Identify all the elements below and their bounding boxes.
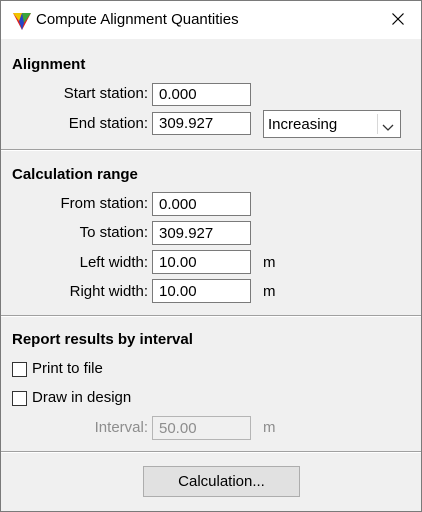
combo-divider <box>377 114 378 134</box>
start-station-label: Start station: <box>63 85 148 102</box>
start-station-input[interactable] <box>152 83 251 106</box>
calculation-button-label: Calculation... <box>178 473 265 490</box>
close-icon <box>392 12 404 28</box>
window-title: Compute Alignment Quantities <box>36 11 239 28</box>
left-width-unit: m <box>263 254 276 271</box>
section-divider <box>1 149 421 151</box>
triangle-app-icon <box>12 11 32 31</box>
to-station-label: To station: <box>79 224 148 241</box>
interval-unit: m <box>263 419 276 436</box>
from-station-label: From station: <box>60 195 148 212</box>
end-station-label: End station: <box>68 115 148 132</box>
direction-select-value: Increasing <box>268 116 338 133</box>
draw-in-design-label[interactable]: Draw in design <box>32 389 131 406</box>
draw-in-design-checkbox[interactable] <box>12 391 27 406</box>
calculation-button[interactable]: Calculation... <box>143 466 300 497</box>
end-station-input[interactable] <box>152 112 251 135</box>
close-button[interactable] <box>375 1 421 39</box>
from-station-input[interactable] <box>152 192 251 216</box>
left-width-input[interactable] <box>152 250 251 274</box>
report-heading: Report results by interval <box>12 331 193 348</box>
to-station-input[interactable] <box>152 221 251 245</box>
right-width-label: Right width: <box>69 283 148 300</box>
calculation-range-heading: Calculation range <box>12 166 138 183</box>
direction-select[interactable]: Increasing <box>263 110 401 138</box>
right-width-unit: m <box>263 283 276 300</box>
left-width-label: Left width: <box>79 254 148 271</box>
dialog-window: Compute Alignment Quantities Alignment S… <box>0 0 422 512</box>
section-divider <box>1 315 421 317</box>
section-divider <box>1 451 421 453</box>
print-to-file-checkbox[interactable] <box>12 362 27 377</box>
right-width-input[interactable] <box>152 279 251 303</box>
alignment-heading: Alignment <box>12 56 86 73</box>
print-to-file-label[interactable]: Print to file <box>32 360 103 377</box>
interval-input[interactable] <box>152 416 251 440</box>
chevron-down-icon[interactable] <box>382 119 394 131</box>
title-bar[interactable]: Compute Alignment Quantities <box>1 1 421 39</box>
interval-label: Interval: <box>94 419 148 436</box>
